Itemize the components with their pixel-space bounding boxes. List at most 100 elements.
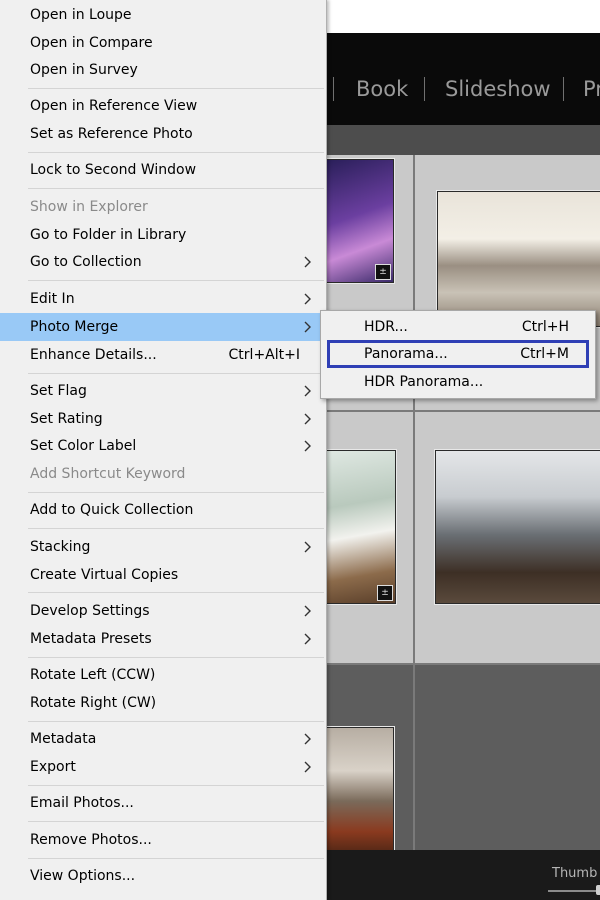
menu-separator: [28, 592, 324, 593]
grid-view: ± ±: [300, 155, 600, 851]
menu-item-label: Show in Explorer: [30, 199, 148, 215]
menu-item-go-to-folder-in-library[interactable]: Go to Folder in Library: [0, 222, 326, 248]
menu-separator: [28, 373, 324, 374]
module-slideshow[interactable]: Slideshow: [445, 77, 551, 101]
menu-item-label: Go to Folder in Library: [30, 227, 187, 243]
menu-item-open-in-compare[interactable]: Open in Compare: [0, 30, 326, 56]
lightroom-window: Book Slideshow Pr ± ± Thumb: [300, 33, 600, 900]
menu-separator: [28, 785, 324, 786]
panorama-highlight-box: [327, 340, 589, 368]
menu-item-label: Open in Reference View: [30, 98, 198, 114]
context-menu: Open in Loupe Open in Compare Open in Su…: [0, 0, 327, 900]
submenu-arrow-icon: [304, 385, 311, 397]
develop-badge-icon: ±: [375, 264, 391, 280]
menu-item-label: Remove Photos...: [30, 832, 152, 848]
submenu-arrow-icon: [304, 761, 311, 773]
menu-item-develop-settings[interactable]: Develop Settings: [0, 598, 326, 624]
module-picker: Book Slideshow Pr: [300, 33, 600, 125]
menu-item-enhance-details[interactable]: Enhance Details... Ctrl+Alt+I: [0, 342, 326, 368]
menu-item-go-to-collection[interactable]: Go to Collection: [0, 249, 326, 275]
menu-item-set-as-reference-photo[interactable]: Set as Reference Photo: [0, 121, 326, 147]
grid-cell[interactable]: [415, 412, 600, 663]
menu-item-stacking[interactable]: Stacking: [0, 534, 326, 560]
menu-separator: [28, 721, 324, 722]
menu-item-email-photos[interactable]: Email Photos...: [0, 790, 326, 816]
module-print[interactable]: Pr: [583, 77, 600, 101]
menu-item-label: Open in Loupe: [30, 7, 132, 23]
menu-item-open-in-loupe[interactable]: Open in Loupe: [0, 2, 326, 28]
module-book[interactable]: Book: [356, 77, 408, 101]
menu-item-photo-merge[interactable]: Photo Merge: [0, 313, 326, 341]
menu-separator: [28, 528, 324, 529]
photo-thumbnail[interactable]: [437, 191, 600, 327]
menu-item-label: Set Flag: [30, 383, 87, 399]
menu-separator: [28, 152, 324, 153]
module-separator: [424, 77, 425, 101]
submenu-arrow-icon: [304, 633, 311, 645]
menu-item-metadata[interactable]: Metadata: [0, 726, 326, 752]
module-separator: [563, 77, 564, 101]
photo-thumbnail[interactable]: [326, 727, 394, 851]
photo-thumbnail[interactable]: [435, 450, 600, 604]
menu-item-add-shortcut-keyword: Add Shortcut Keyword: [0, 461, 326, 487]
menu-item-open-in-reference-view[interactable]: Open in Reference View: [0, 93, 326, 119]
menu-item-label: Set Color Label: [30, 438, 137, 454]
menu-item-label: Metadata Presets: [30, 631, 152, 647]
submenu-item-label: HDR...: [364, 319, 408, 335]
menu-item-label: Enhance Details...: [30, 347, 157, 363]
menu-item-view-options[interactable]: View Options...: [0, 863, 326, 889]
menu-item-label: Go to Collection: [30, 254, 142, 270]
submenu-arrow-icon: [304, 321, 311, 333]
menu-item-edit-in[interactable]: Edit In: [0, 286, 326, 312]
menu-item-label: Rotate Left (CCW): [30, 667, 156, 683]
menu-item-open-in-survey[interactable]: Open in Survey: [0, 57, 326, 83]
menu-item-create-virtual-copies[interactable]: Create Virtual Copies: [0, 562, 326, 588]
menu-item-label: Set as Reference Photo: [30, 126, 193, 142]
thumbnail-size-slider[interactable]: [548, 890, 600, 892]
menu-item-export[interactable]: Export: [0, 754, 326, 780]
menu-item-label: Email Photos...: [30, 795, 134, 811]
menu-separator: [28, 821, 324, 822]
submenu-item-label: HDR Panorama...: [364, 374, 484, 390]
menu-item-label: View Options...: [30, 868, 136, 884]
photo-thumbnail[interactable]: ±: [326, 450, 396, 604]
develop-badge-icon: ±: [377, 585, 393, 601]
grid-cell[interactable]: [415, 665, 600, 850]
menu-item-metadata-presets[interactable]: Metadata Presets: [0, 626, 326, 652]
submenu-arrow-icon: [304, 293, 311, 305]
menu-item-rotate-right[interactable]: Rotate Right (CW): [0, 690, 326, 716]
menu-item-rotate-left[interactable]: Rotate Left (CCW): [0, 662, 326, 688]
submenu-item-shortcut: Ctrl+H: [521, 319, 569, 335]
menu-item-label: Export: [30, 759, 76, 775]
menu-item-label: Develop Settings: [30, 603, 150, 619]
menu-item-label: Add to Quick Collection: [30, 502, 194, 518]
menu-item-label: Set Rating: [30, 411, 103, 427]
submenu-item-hdr-panorama[interactable]: HDR Panorama...: [321, 369, 595, 395]
submenu-item-hdr[interactable]: HDR... Ctrl+H: [321, 314, 595, 340]
menu-separator: [28, 88, 324, 89]
menu-item-add-to-quick-collection[interactable]: Add to Quick Collection: [0, 497, 326, 523]
photo-thumbnail[interactable]: ±: [326, 159, 394, 283]
menu-item-set-rating[interactable]: Set Rating: [0, 406, 326, 432]
module-separator: [333, 77, 334, 101]
menu-item-set-color-label[interactable]: Set Color Label: [0, 433, 326, 459]
menu-separator: [28, 858, 324, 859]
menu-item-label: Stacking: [30, 539, 91, 555]
menu-item-label: Rotate Right (CW): [30, 695, 157, 711]
toolbar: Thumb: [300, 850, 600, 900]
menu-item-label: Add Shortcut Keyword: [30, 466, 186, 482]
menu-separator: [28, 492, 324, 493]
submenu-arrow-icon: [304, 605, 311, 617]
filter-bar: [300, 125, 600, 155]
menu-item-show-in-explorer: Show in Explorer: [0, 194, 326, 220]
menu-item-label: Photo Merge: [30, 319, 119, 335]
menu-separator: [28, 280, 324, 281]
submenu-arrow-icon: [304, 541, 311, 553]
menu-item-label: Create Virtual Copies: [30, 567, 179, 583]
thumbnail-size-slider-handle[interactable]: [596, 885, 600, 895]
submenu-arrow-icon: [304, 413, 311, 425]
menu-item-label: Open in Survey: [30, 62, 138, 78]
menu-item-remove-photos[interactable]: Remove Photos...: [0, 827, 326, 853]
menu-item-set-flag[interactable]: Set Flag: [0, 378, 326, 404]
menu-item-lock-to-second-window[interactable]: Lock to Second Window: [0, 157, 326, 183]
